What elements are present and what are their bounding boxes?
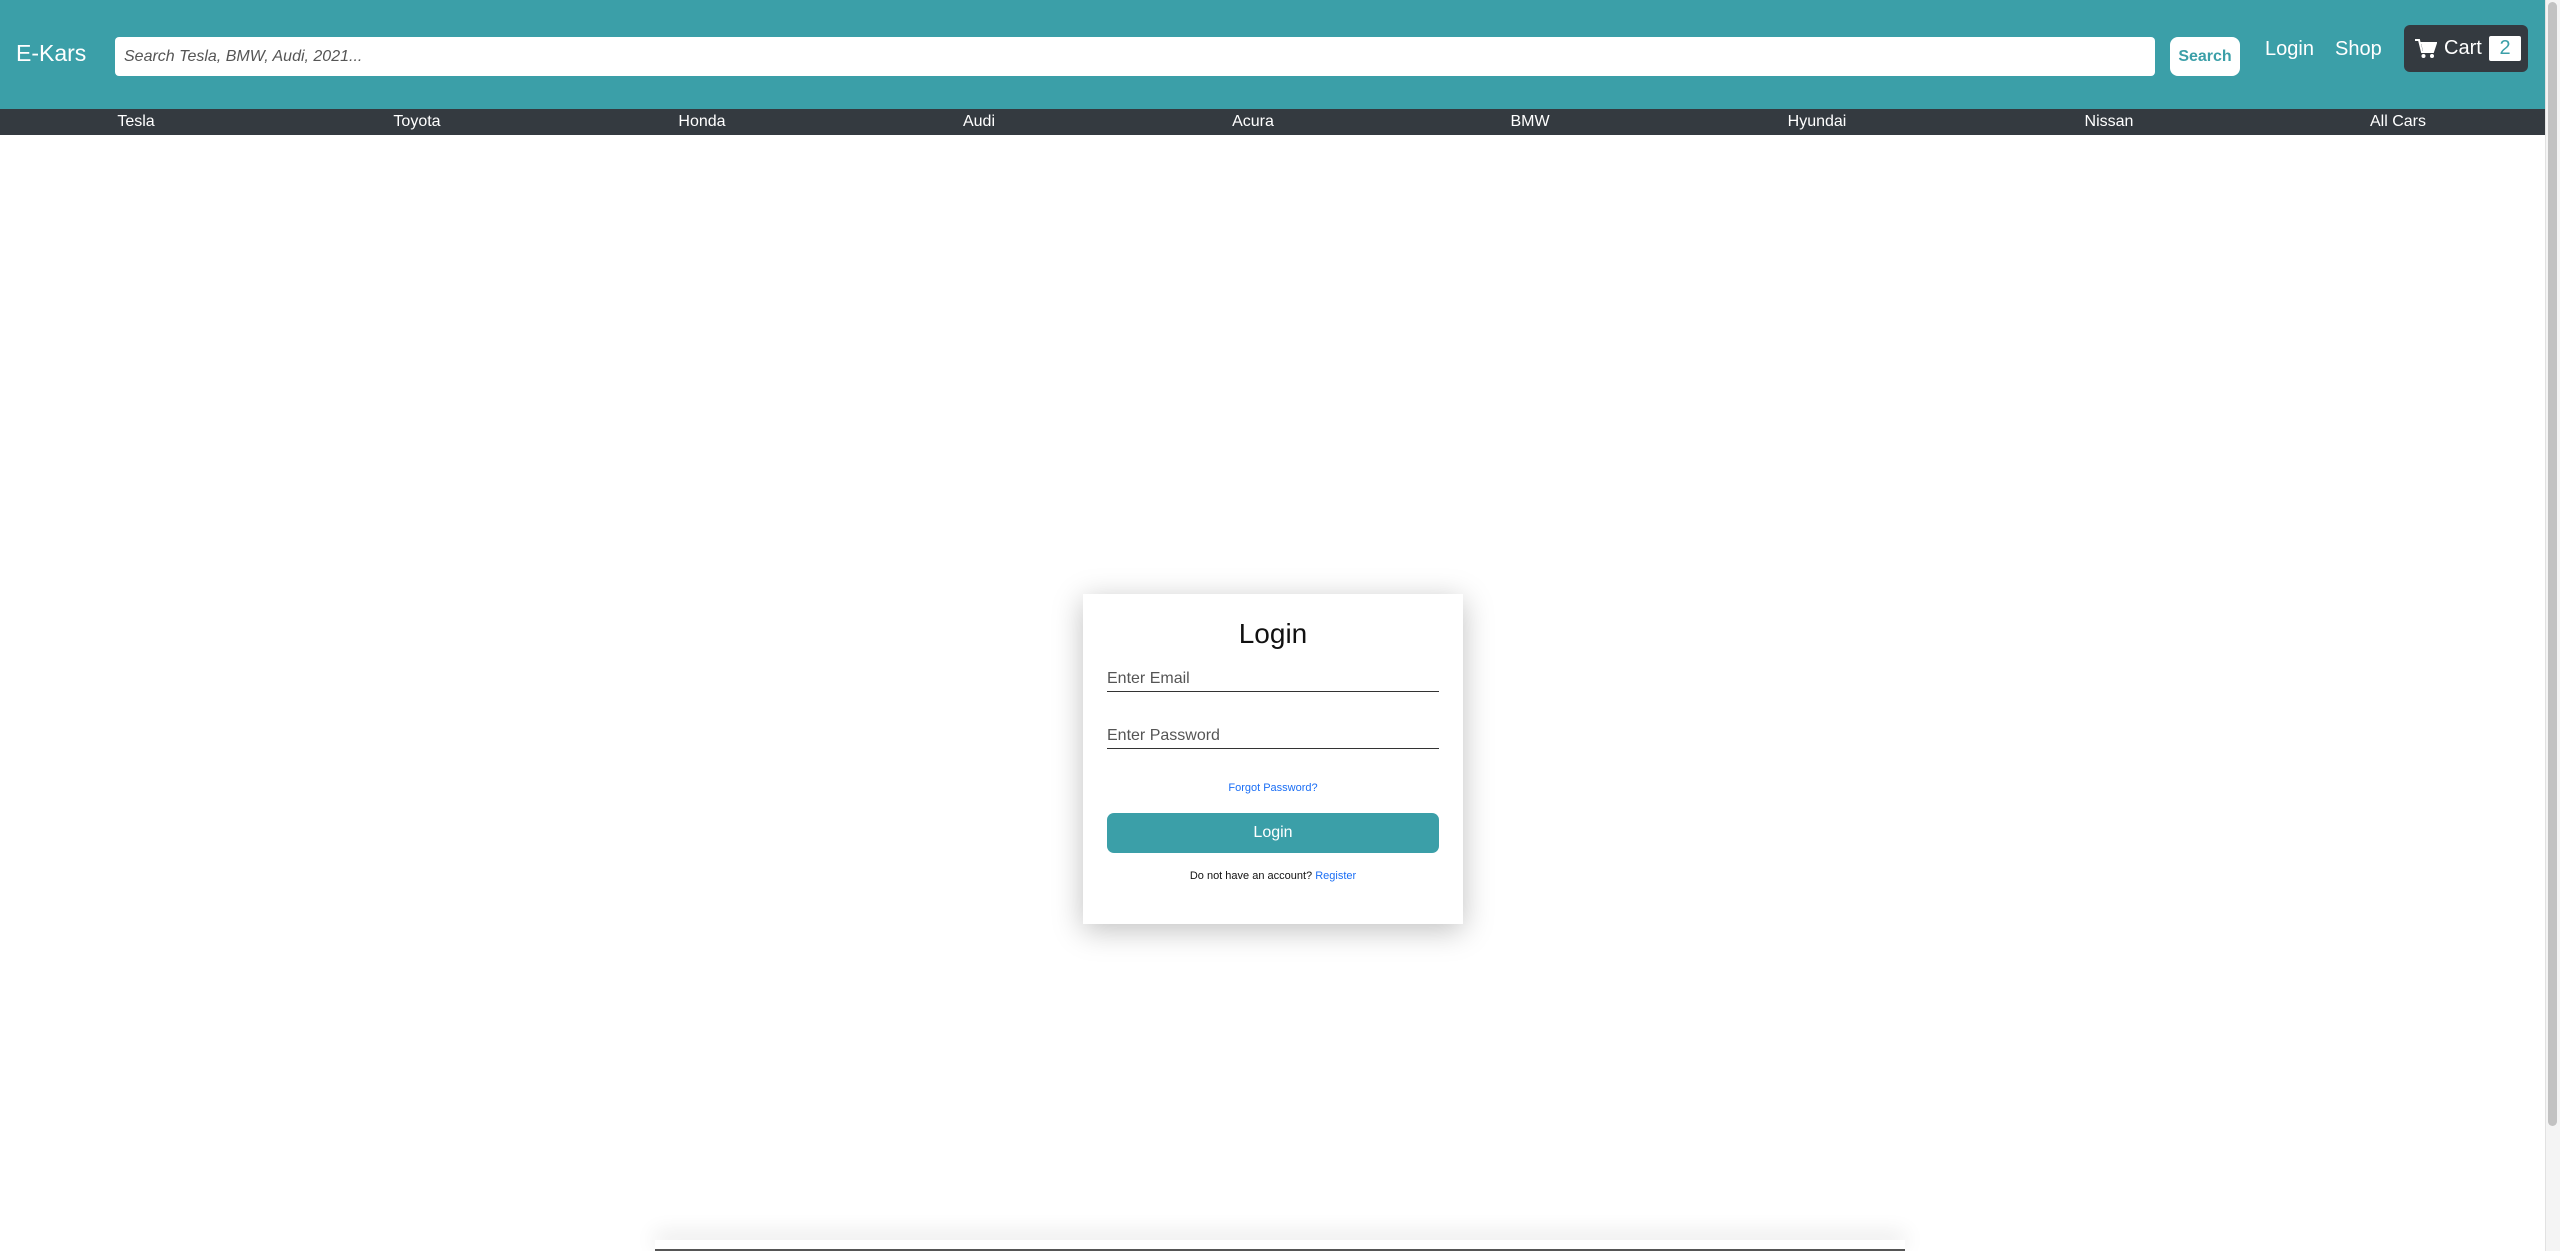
brand-logo[interactable]: E-Kars — [16, 38, 86, 68]
login-title: Login — [1238, 618, 1308, 649]
category-audi[interactable]: Audi — [963, 109, 995, 135]
category-nav: Tesla Toyota Honda Audi Acura BMW Hyunda… — [0, 109, 2545, 135]
category-honda[interactable]: Honda — [678, 109, 725, 135]
shopping-cart-icon — [2415, 39, 2437, 58]
header: E-Kars Search Login Shop Cart 2 — [0, 0, 2545, 109]
category-bmw[interactable]: BMW — [1510, 109, 1549, 135]
category-tesla[interactable]: Tesla — [117, 109, 154, 135]
category-hyundai[interactable]: Hyundai — [1788, 109, 1847, 135]
category-all-cars[interactable]: All Cars — [2370, 109, 2426, 135]
login-submit-button[interactable]: Login — [1107, 813, 1439, 853]
register-link[interactable]: Register — [1315, 870, 1356, 882]
register-row: Do not have an account? Register — [1083, 870, 1463, 882]
category-nissan[interactable]: Nissan — [2085, 109, 2134, 135]
nav-login-link[interactable]: Login — [2265, 35, 2314, 63]
cart-label: Cart — [2444, 37, 2482, 59]
search-input[interactable] — [115, 37, 2155, 76]
forgot-password-link[interactable]: Forgot Password? — [1083, 782, 1463, 794]
register-prompt: Do not have an account? — [1189, 870, 1313, 882]
cart-count-badge: 2 — [2489, 36, 2521, 61]
email-field[interactable] — [1107, 666, 1439, 692]
scrollbar-thumb[interactable] — [2548, 2, 2557, 1126]
login-card: Login Forgot Password? Login Do not have… — [1083, 594, 1463, 924]
password-field[interactable] — [1107, 723, 1439, 749]
category-toyota[interactable]: Toyota — [393, 109, 440, 135]
cart-button[interactable]: Cart 2 — [2404, 25, 2528, 72]
nav-shop-link[interactable]: Shop — [2335, 35, 2382, 63]
footer-edge — [655, 1240, 1905, 1251]
search-button[interactable]: Search — [2170, 37, 2240, 76]
category-acura[interactable]: Acura — [1232, 109, 1274, 135]
